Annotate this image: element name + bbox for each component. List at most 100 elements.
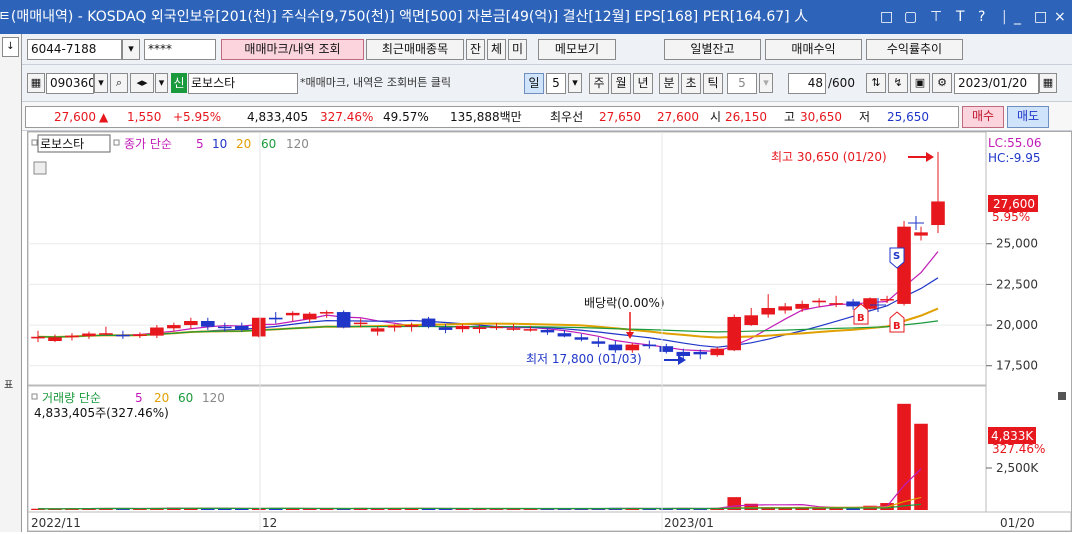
maximize-icon[interactable]: □	[1034, 0, 1047, 34]
period-second-button[interactable]: 초	[681, 73, 701, 94]
candle-body	[625, 344, 640, 351]
candle-body	[370, 328, 385, 332]
svg-text:S: S	[893, 251, 900, 262]
layout-icon[interactable]: □	[880, 0, 893, 34]
ma20-legend: 20	[236, 137, 251, 151]
tick-count-input[interactable]: 5	[727, 73, 757, 94]
sell-button[interactable]: 매도	[1007, 106, 1049, 128]
candle-body	[642, 344, 657, 347]
candle-body	[133, 334, 147, 337]
candle-body	[778, 306, 792, 311]
ma-legend-label: 종가 단순	[124, 137, 172, 151]
period-month-button[interactable]: 월	[611, 73, 631, 94]
last-price-label: 27,600	[993, 197, 1035, 211]
balance-button[interactable]: 잔	[466, 39, 485, 60]
pin-icon[interactable]: ⊤	[930, 0, 942, 34]
stock-name-field[interactable]: 로보스타	[188, 73, 298, 94]
search-icon[interactable]: ⌕	[110, 73, 128, 93]
x-label-start: 2022/11	[31, 516, 81, 530]
period-day-button[interactable]: 일	[524, 73, 544, 94]
password-input[interactable]: ****	[144, 39, 216, 60]
period-count-input[interactable]: 5	[546, 73, 566, 94]
candle-body	[795, 303, 809, 309]
close-icon[interactable]: ×	[1054, 0, 1066, 34]
period-year-button[interactable]: 년	[633, 73, 653, 94]
sound-icon[interactable]: ◂▸	[130, 73, 154, 93]
high-annotation: 최고 30,650 (01/20)	[771, 150, 887, 164]
memo-button[interactable]: 메모보기	[538, 39, 616, 60]
candle-body	[693, 351, 708, 355]
up-triangle-icon: ▲	[99, 110, 109, 124]
date-input[interactable]: 2023/01/20	[954, 73, 1039, 94]
candle-body	[761, 307, 775, 315]
volume-bar	[897, 403, 911, 510]
period-tick-button[interactable]: 틱	[703, 73, 723, 94]
stock-name-label: 로보스타	[40, 137, 84, 151]
display-count-input[interactable]: 48	[788, 73, 826, 94]
candle-body	[150, 327, 164, 336]
svg-text:B: B	[893, 321, 901, 332]
x-label-dec: 12	[262, 516, 277, 530]
code-dropdown-icon[interactable]: ▾	[94, 73, 108, 93]
candle-body	[336, 312, 351, 328]
executed-button[interactable]: 체	[487, 39, 506, 60]
high-label: 고	[784, 110, 796, 124]
candle-body	[234, 325, 249, 330]
yield-trend-button[interactable]: 수익률추이	[866, 39, 963, 60]
pending-button[interactable]: 미	[508, 39, 527, 60]
candle-body	[506, 328, 521, 330]
minimize-icon[interactable]: _	[1014, 0, 1021, 34]
daily-balance-button[interactable]: 일별잔고	[664, 39, 761, 60]
grid-toggle-icon	[33, 161, 47, 175]
volume-axis-tick: 2,500K	[996, 461, 1039, 475]
account-dropdown-icon[interactable]: ▾	[122, 39, 140, 60]
trade-amount: 135,888백만	[450, 110, 522, 124]
volume-bar	[914, 423, 928, 510]
period-minute-button[interactable]: 분	[659, 73, 679, 94]
svg-text:B: B	[857, 313, 865, 324]
candle-body	[353, 322, 368, 325]
code-input[interactable]: 090360	[46, 73, 94, 94]
ma10-legend: 10	[212, 137, 227, 151]
font-icon[interactable]: T	[956, 0, 965, 34]
vol-ma120-legend: 120	[202, 391, 225, 405]
volume-info: 4,833,405주(327.46%)	[34, 406, 169, 420]
side-tick: 표	[4, 380, 14, 391]
recent-trades-button[interactable]: 최근매매종목	[366, 39, 464, 60]
gear-icon[interactable]: ⚙	[932, 73, 952, 93]
window-icon[interactable]: ▢	[904, 0, 917, 34]
candle-body	[591, 341, 606, 344]
lc-label: LC:55.06	[988, 136, 1041, 150]
candle-body	[31, 336, 45, 339]
period-dropdown-icon[interactable]: ▾	[568, 73, 582, 93]
candle-body	[744, 315, 758, 326]
hc-label: HC:-9.95	[988, 151, 1041, 165]
candle-body	[184, 321, 198, 326]
last-volume-pct: 327.46%	[992, 442, 1045, 456]
tick-dropdown-icon[interactable]: ▾	[759, 73, 773, 93]
calendar-picker-icon[interactable]: ▦	[1039, 73, 1057, 93]
candle-body	[268, 317, 283, 320]
chart-area[interactable]: 25,000 22,500 20,000 17,500 로보스타 종가 단순 5 10…	[27, 131, 1072, 532]
bid-price: 27,600	[657, 110, 699, 124]
vol-ma20-legend: 20	[154, 391, 169, 405]
price-volume-chart[interactable]: 25,000 22,500 20,000 17,500 로보스타 종가 단순 5 10…	[27, 131, 1072, 532]
low-annotation: 최저 17,800 (01/03)	[526, 352, 642, 366]
collapse-arrow-icon[interactable]: ↓	[2, 37, 19, 57]
account-input[interactable]: 6044-7188	[27, 39, 122, 60]
mark-query-button[interactable]: 매매마크/내역 조회	[221, 39, 364, 60]
help-icon[interactable]: ?	[978, 0, 985, 34]
candle-body	[319, 312, 334, 314]
candle-body	[608, 344, 623, 351]
trade-profit-button[interactable]: 매매수익	[765, 39, 862, 60]
list-dropdown-icon[interactable]: ▾	[155, 73, 168, 93]
candle-body	[880, 299, 894, 301]
calendar-icon[interactable]: ▦	[27, 73, 45, 93]
save-icon[interactable]: ▣	[910, 73, 930, 93]
change-pct: +5.95%	[173, 110, 222, 124]
indicator-icon[interactable]: ↯	[888, 73, 908, 93]
compare-icon[interactable]: ⇅	[866, 73, 886, 93]
period-week-button[interactable]: 주	[589, 73, 609, 94]
buy-button[interactable]: 매수	[962, 106, 1004, 128]
candle-body	[251, 317, 266, 337]
